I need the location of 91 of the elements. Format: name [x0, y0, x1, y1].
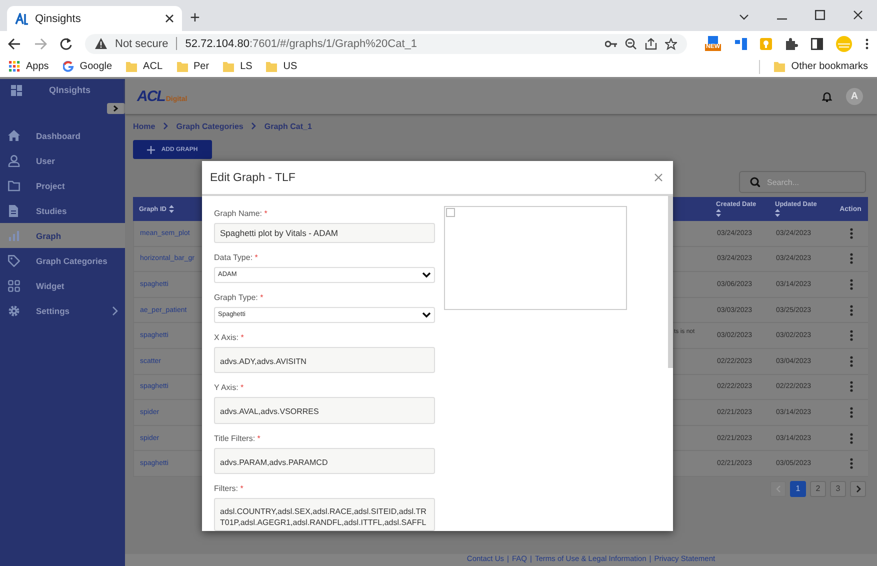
folder-icon [126, 61, 138, 72]
document-icon [8, 204, 20, 216]
search-field[interactable]: Search... [739, 171, 866, 193]
sidebar-item[interactable]: Graph Categories [0, 248, 125, 273]
broken-image-icon [446, 208, 455, 217]
breadcrumb-link[interactable]: Graph Cat_1 [264, 122, 312, 130]
reload-icon[interactable] [60, 38, 72, 50]
dialog-title: Edit Graph - TLF [210, 172, 296, 184]
apps-grid-icon [9, 61, 20, 72]
field-label: Filters: * [214, 484, 244, 493]
bookmark[interactable]: LS [223, 61, 252, 72]
page-button[interactable]: 3 [830, 480, 846, 497]
chevron-left-icon [776, 484, 780, 493]
sidebar-item[interactable]: Dashboard [0, 123, 125, 148]
text-area[interactable]: advs.ADY,advs.AVISITN [214, 346, 435, 374]
next-page-button[interactable] [850, 480, 866, 497]
chevron-right-icon [856, 484, 860, 493]
back-arrow-icon[interactable] [8, 38, 21, 50]
forward-arrow-icon[interactable] [34, 38, 47, 50]
blocks-icon[interactable] [735, 38, 747, 50]
text-area[interactable]: advs.PARAM,advs.PARAMCD [214, 448, 435, 474]
chevron-down-icon[interactable] [739, 14, 749, 20]
google-logo-icon [62, 61, 74, 72]
chevron-right-icon[interactable] [107, 103, 125, 114]
maximize-icon[interactable] [815, 10, 825, 20]
bar-chart-icon [8, 230, 20, 242]
folder-icon [176, 61, 188, 72]
folder-icon [774, 61, 786, 72]
warning-icon [95, 38, 107, 49]
sidebar-item[interactable]: Studies [0, 198, 125, 223]
bell-icon[interactable] [822, 91, 832, 102]
search-icon [750, 177, 760, 187]
plus-icon [147, 146, 156, 154]
security-label: Not secure [115, 38, 168, 50]
share-icon[interactable] [645, 38, 657, 50]
widget-grid-icon [8, 280, 20, 292]
avatar[interactable]: A [846, 88, 863, 105]
field-label: Y Axis: * [214, 383, 245, 392]
site-logo-icon [15, 12, 29, 24]
bookmark[interactable]: US [266, 61, 298, 72]
new-tab-button[interactable]: + [190, 9, 200, 27]
scrollbar-thumb[interactable] [668, 196, 673, 368]
home-icon [8, 130, 20, 142]
chevron-right-icon [251, 122, 256, 130]
chevron-down-icon [422, 312, 431, 318]
bookmark[interactable]: Per [176, 61, 210, 72]
field-label: Graph Type: * [214, 292, 264, 302]
url-text: 52.72.104.80:7601/#/graphs/1/Graph%20Cat_1 [185, 38, 417, 50]
side-panel-icon[interactable] [811, 38, 823, 50]
close-icon[interactable] [165, 14, 174, 23]
tag-icon [8, 254, 20, 266]
folder-icon [223, 61, 234, 72]
sidebar-item[interactable]: Project [0, 173, 125, 198]
bookmark[interactable]: ACL [126, 61, 162, 72]
tab-title: Qinsights [35, 12, 82, 24]
user-icon [8, 154, 20, 166]
bookmark[interactable]: Google [62, 61, 112, 72]
dashboard-grid-icon [11, 84, 22, 96]
sidebar-item[interactable]: Graph [0, 223, 125, 248]
sidebar-item[interactable]: Settings [0, 298, 125, 323]
field-label: Graph Name: * [214, 209, 268, 218]
chevron-down-icon [422, 272, 431, 278]
brand-name: QInsights [49, 85, 91, 95]
sidebar-item[interactable]: Widget [0, 273, 125, 298]
text-area[interactable]: adsl.COUNTRY,adsl.SEX,adsl.RACE,adsl.SITEID,adsl.TRT01P,adsl.AGEGR1,adsl.RANDFL,adsl.ITTFL,adsl.SAFFL [214, 498, 435, 531]
text-area[interactable]: advs.AVAL,advs.VSORRES [214, 397, 435, 424]
sidebar-item[interactable]: User [0, 148, 125, 173]
page-button[interactable]: 1 [790, 480, 806, 497]
bookmark[interactable]: Other bookmarks [774, 61, 868, 72]
chevron-right-icon [163, 122, 168, 130]
key-icon[interactable] [605, 40, 617, 48]
bookmark[interactable]: Apps [9, 61, 49, 72]
field-label: Title Filters: * [214, 434, 262, 443]
page-button[interactable]: 2 [810, 480, 826, 497]
field-label: X Axis: * [214, 332, 245, 342]
star-icon[interactable] [665, 38, 677, 50]
breadcrumb-link[interactable]: Graph Categories [176, 122, 244, 130]
field-label: Data Type: * [214, 253, 259, 262]
input-field[interactable]: Spaghetti plot by Vitals - ADAM [214, 223, 435, 243]
minimize-icon[interactable] [777, 18, 787, 20]
more-vertical-icon[interactable] [865, 38, 869, 50]
monitor-icon [705, 36, 721, 44]
folder-icon [8, 180, 20, 192]
settings-icon [8, 304, 20, 316]
browser-tab[interactable]: Qinsights [7, 6, 182, 31]
breadcrumb-link[interactable]: Home [133, 122, 156, 130]
puzzle-icon[interactable] [785, 38, 798, 50]
folder-icon [266, 61, 278, 72]
close-icon[interactable] [853, 10, 863, 20]
address-bar[interactable]: Not secure 52.72.104.80:7601/#/graphs/1/Graph%20Cat_1 [85, 34, 687, 54]
zoom-icon[interactable] [625, 38, 637, 50]
